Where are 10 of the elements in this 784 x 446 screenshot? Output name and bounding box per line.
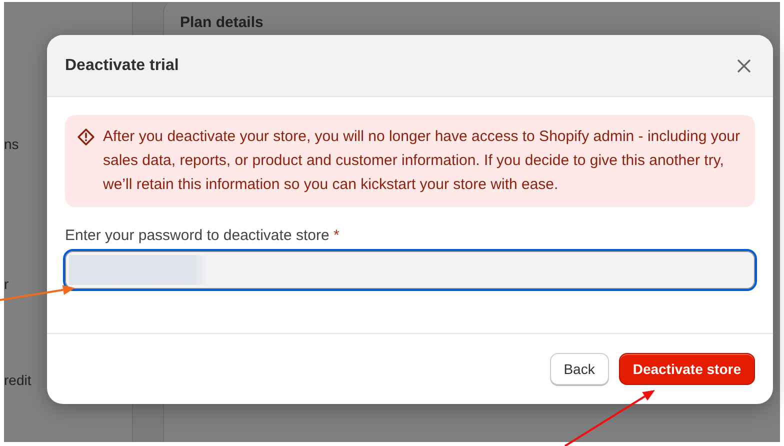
warning-icon	[77, 128, 95, 146]
close-icon	[737, 58, 751, 72]
warning-message: After you deactivate your store, you will no longer have access to Shopify admin - including your sales data, reports, or product and customer information. If you decide to give this another try, we’ll retain this information so you can kickstart your store with ease.	[103, 127, 741, 195]
card-title: Plan details	[180, 14, 264, 31]
required-mark: *	[333, 227, 340, 244]
deactivate-button[interactable]: Deactivate store	[618, 353, 755, 385]
field-label: Enter your password to deactivate store	[65, 227, 330, 244]
back-button[interactable]: Back	[550, 353, 609, 385]
dialog-title: Deactivate trial	[65, 56, 179, 74]
password-field[interactable]	[65, 251, 755, 289]
